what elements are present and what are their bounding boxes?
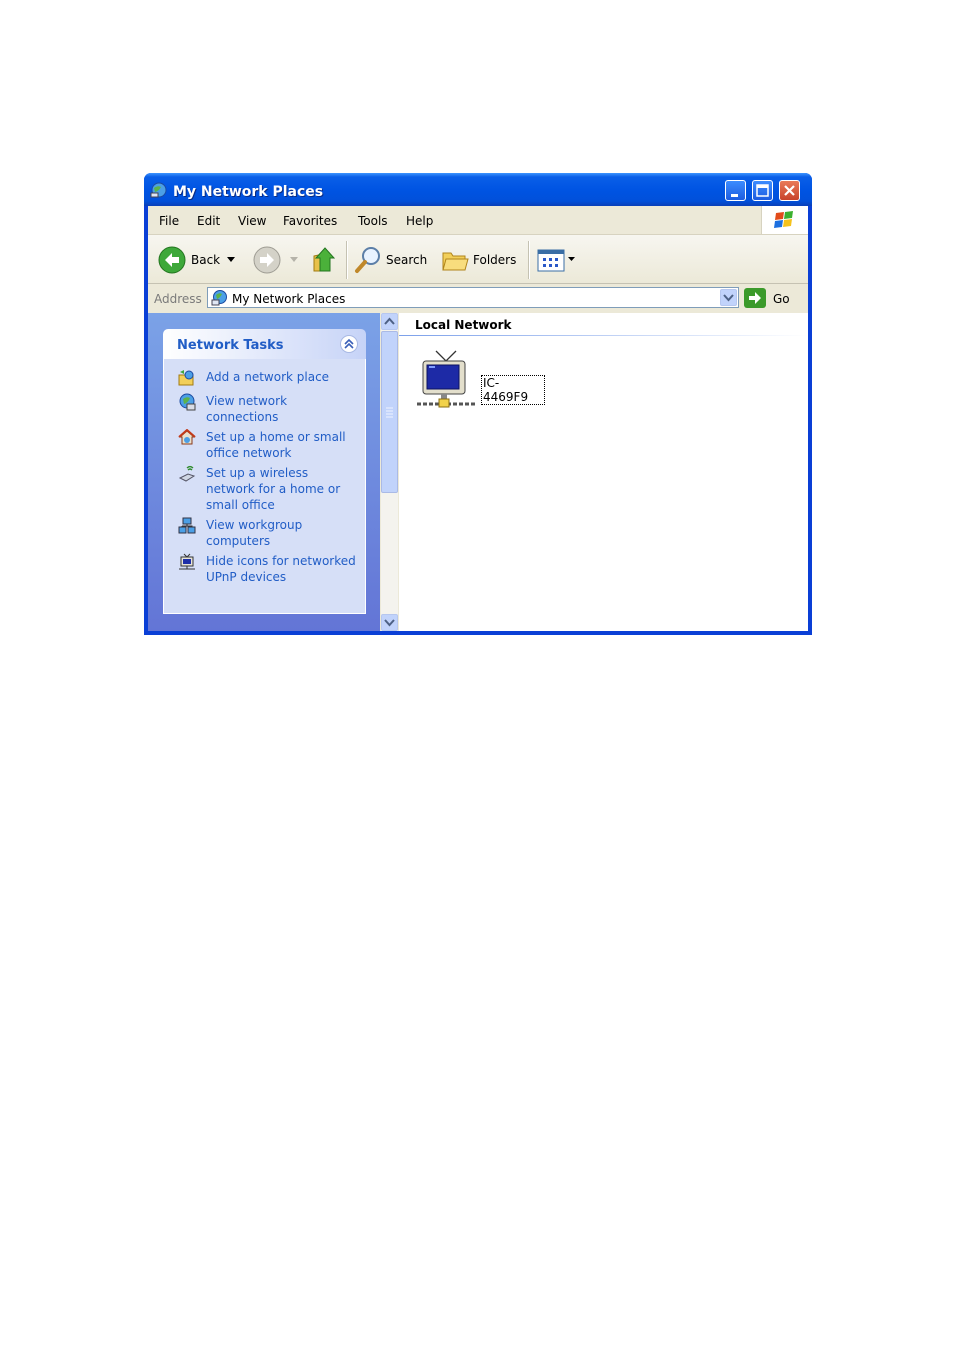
- explorer-window: My Network Places File Edit View Favorit…: [144, 173, 812, 635]
- group-header: Local Network: [415, 318, 512, 332]
- toolbar-separator: [346, 241, 348, 279]
- go-button[interactable]: [744, 288, 766, 308]
- menu-file[interactable]: File: [159, 214, 179, 228]
- task-label[interactable]: Set up a home or small office network: [206, 429, 356, 461]
- maximize-icon: [756, 184, 769, 197]
- grip-icon: [386, 407, 393, 418]
- upnp-tv-device-icon: [417, 350, 475, 408]
- vertical-scrollbar[interactable]: [381, 313, 398, 631]
- task-label[interactable]: View workgroup computers: [206, 517, 356, 549]
- search-button[interactable]: Search: [386, 253, 427, 267]
- menu-bar: File Edit View Favorites Tools Help: [148, 206, 808, 235]
- menu-help[interactable]: Help: [406, 214, 433, 228]
- network-connections-icon: [179, 393, 196, 411]
- wireless-network-icon: [178, 465, 196, 482]
- menu-edit[interactable]: Edit: [197, 214, 220, 228]
- scroll-up-button[interactable]: [381, 313, 398, 330]
- forward-dropdown-icon[interactable]: [290, 257, 299, 263]
- menu-favorites[interactable]: Favorites: [283, 214, 337, 228]
- network-places-icon: [150, 182, 167, 198]
- task-label[interactable]: Hide icons for networked UPnP devices: [206, 553, 356, 585]
- upnp-device-icon: [179, 553, 195, 570]
- add-network-place-icon: [178, 370, 194, 386]
- workgroup-icon: [178, 517, 196, 534]
- maximize-button[interactable]: [752, 180, 773, 201]
- minimize-icon: [731, 194, 738, 197]
- task-label[interactable]: Add a network place: [206, 369, 356, 385]
- task-label[interactable]: Set up a wireless network for a home or …: [206, 465, 356, 513]
- menu-tools[interactable]: Tools: [358, 214, 388, 228]
- window-title: My Network Places: [173, 184, 324, 200]
- collapse-button[interactable]: [340, 335, 358, 353]
- views-dropdown-icon[interactable]: [568, 257, 576, 263]
- back-arrow-icon[interactable]: [157, 245, 187, 275]
- folders-icon[interactable]: [440, 245, 470, 275]
- windows-logo: [761, 206, 808, 234]
- file-list-view[interactable]: Local Network IC-4469F9: [399, 313, 808, 631]
- network-tasks-panel: Network Tasks Add a network place View n…: [163, 329, 366, 614]
- task-pane: Network Tasks Add a network place View n…: [148, 313, 380, 631]
- go-arrow-icon: [749, 292, 761, 304]
- close-button[interactable]: [779, 180, 800, 201]
- network-tasks-title: Network Tasks: [177, 338, 284, 353]
- chevron-up-icon: [384, 317, 395, 325]
- search-icon[interactable]: [353, 245, 383, 275]
- network-device-item[interactable]: IC-4469F9: [415, 349, 545, 409]
- chevron-up-double-icon: [344, 338, 354, 349]
- device-label[interactable]: IC-4469F9: [481, 375, 545, 405]
- network-tasks-list: Add a network place View network connect…: [163, 359, 366, 614]
- network-tasks-header[interactable]: Network Tasks: [163, 329, 366, 359]
- windows-flag-icon: [774, 211, 793, 228]
- chevron-down-icon: [384, 619, 395, 627]
- toolbar: Back Search Folders: [148, 235, 808, 284]
- address-label: Address: [154, 292, 202, 306]
- folders-button[interactable]: Folders: [473, 253, 516, 267]
- back-dropdown-icon[interactable]: [227, 257, 236, 263]
- address-field[interactable]: My Network Places: [207, 287, 739, 308]
- minimize-button[interactable]: [725, 180, 746, 201]
- address-bar: Address My Network Places Go: [148, 284, 808, 312]
- views-icon[interactable]: [537, 249, 567, 273]
- chevron-down-icon: [723, 294, 734, 302]
- go-label[interactable]: Go: [773, 292, 790, 306]
- address-dropdown-button[interactable]: [720, 289, 737, 306]
- group-divider: [399, 335, 808, 336]
- title-bar[interactable]: My Network Places: [144, 173, 812, 206]
- up-folder-icon[interactable]: [311, 244, 339, 274]
- network-places-icon: [211, 290, 227, 306]
- toolbar-separator: [528, 241, 530, 279]
- close-icon: [784, 185, 795, 196]
- menu-view[interactable]: View: [238, 214, 266, 228]
- scroll-thumb[interactable]: [381, 331, 398, 493]
- forward-arrow-icon[interactable]: [252, 245, 282, 275]
- back-button[interactable]: Back: [191, 253, 220, 267]
- window-client: File Edit View Favorites Tools Help Back: [148, 206, 808, 631]
- task-label[interactable]: View network connections: [206, 393, 356, 425]
- home-network-icon: [178, 429, 196, 445]
- scroll-down-button[interactable]: [381, 614, 398, 631]
- address-value: My Network Places: [232, 292, 346, 306]
